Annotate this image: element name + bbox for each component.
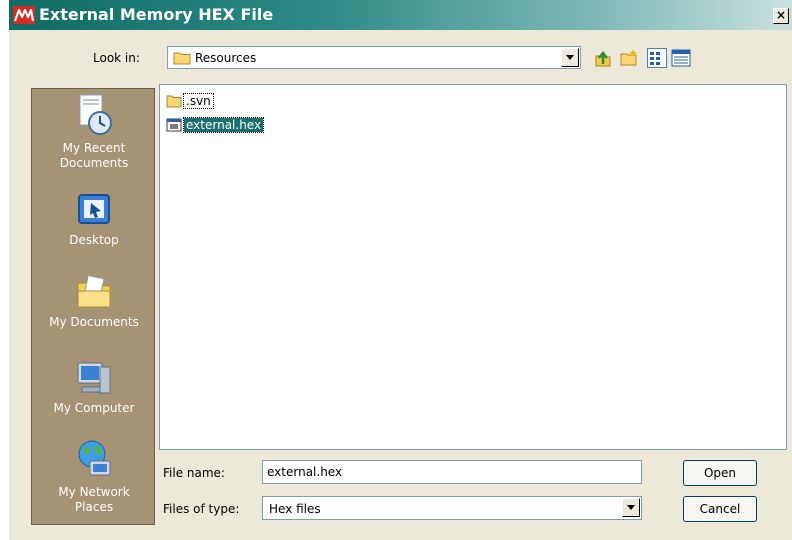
files-of-type-value: Hex files	[269, 502, 321, 516]
place-label-2: Places	[74, 500, 114, 514]
place-label: Desktop	[69, 233, 119, 247]
details-view-icon[interactable]	[671, 48, 691, 68]
place-my-computer[interactable]: My Computer	[32, 359, 156, 416]
place-label: My Recent	[62, 141, 126, 155]
chevron-down-icon	[566, 55, 574, 60]
my-computer-icon	[77, 362, 111, 394]
folder-icon	[173, 52, 191, 65]
place-desktop[interactable]: Desktop	[32, 193, 156, 248]
new-folder-icon[interactable]	[619, 48, 639, 68]
cancel-button[interactable]: Cancel	[683, 496, 757, 522]
close-button[interactable]: ×	[773, 8, 789, 24]
look-in-dropdown[interactable]: Resources	[167, 46, 581, 69]
look-in-label: Look in:	[93, 51, 140, 65]
microchip-logo-icon	[13, 6, 35, 24]
place-label-2: Documents	[59, 156, 129, 170]
place-my-documents[interactable]: My Documents	[32, 273, 156, 330]
window-title: External Memory HEX File	[39, 5, 274, 24]
place-label: My Documents	[49, 315, 139, 329]
my-documents-icon	[77, 274, 111, 308]
file-name: .svn	[183, 93, 214, 109]
hex-file-icon	[166, 118, 182, 132]
files-of-type-dropdown[interactable]: Hex files	[262, 496, 642, 520]
files-of-type-dropdown-button[interactable]	[622, 498, 640, 517]
look-in-value: Resources	[195, 51, 257, 65]
file-name-input[interactable]	[262, 460, 642, 484]
title-bar[interactable]: External Memory HEX File ×	[9, 0, 792, 30]
open-button[interactable]: Open	[683, 460, 757, 486]
places-bar: My Recent Documents Desktop My Documents	[31, 88, 155, 525]
up-folder-icon[interactable]	[593, 48, 613, 68]
place-label: My Network	[58, 485, 130, 499]
network-places-icon	[78, 440, 111, 476]
open-file-dialog: External Memory HEX File × Look in: Reso…	[8, 0, 792, 540]
place-network-places[interactable]: My Network Places	[32, 439, 156, 515]
file-name-label: File name:	[163, 466, 225, 480]
folder-icon	[166, 95, 182, 108]
desktop-icon	[78, 194, 110, 224]
file-name: external.hex	[182, 117, 265, 133]
file-list[interactable]: .svn external.hex	[159, 84, 787, 450]
list-view-icon[interactable]	[647, 48, 667, 68]
look-in-dropdown-button[interactable]	[561, 48, 579, 67]
files-of-type-label: Files of type:	[163, 502, 240, 516]
place-label: My Computer	[53, 401, 135, 415]
chevron-down-icon	[627, 505, 635, 510]
recent-documents-icon	[79, 94, 112, 135]
place-recent-documents[interactable]: My Recent Documents	[32, 93, 156, 171]
